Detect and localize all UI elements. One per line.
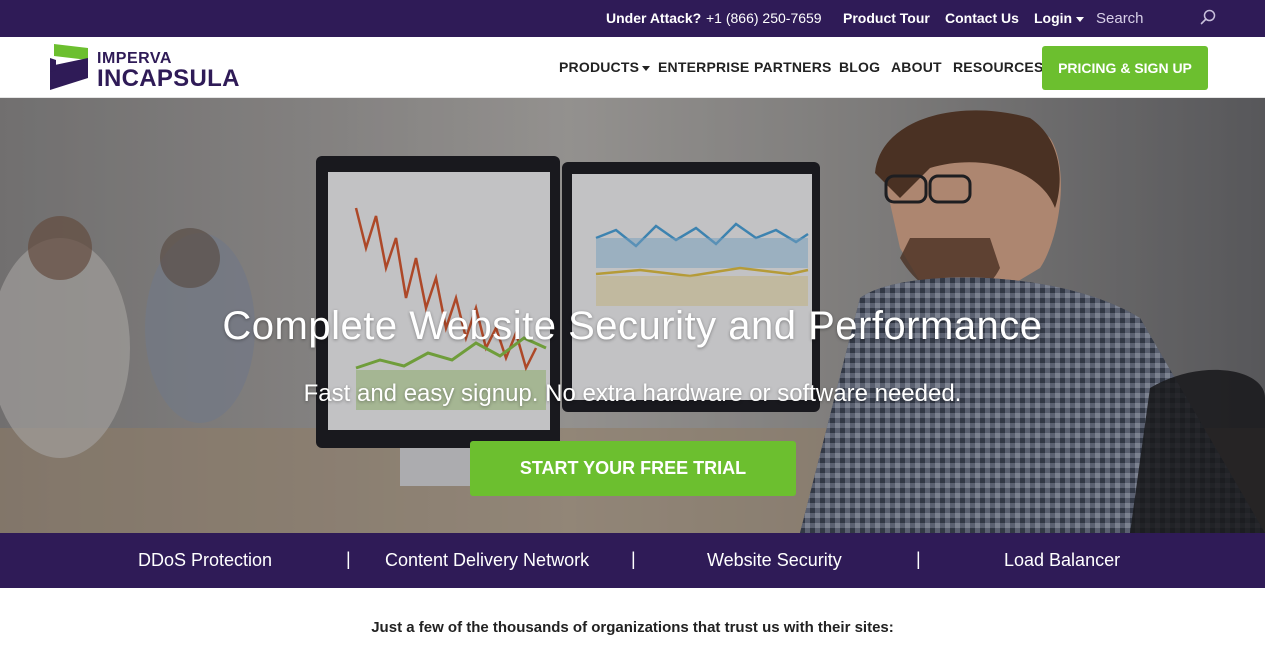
main-navigation: IMPERVA INCAPSULA PRODUCTS ENTERPRISE PA… — [0, 37, 1265, 98]
hero-subtitle: Fast and easy signup. No extra hardware … — [303, 380, 962, 407]
separator: | — [346, 549, 351, 569]
phone-number[interactable]: +1 (866) 250-7659 — [706, 10, 822, 26]
start-free-trial-button[interactable]: START YOUR FREE TRIAL — [470, 441, 796, 496]
login-label: Login — [1034, 10, 1073, 26]
nav-about[interactable]: ABOUT — [891, 59, 942, 75]
search-icon[interactable] — [1200, 9, 1216, 25]
nav-enterprise[interactable]: ENTERPRISE — [658, 59, 749, 75]
trust-heading: Just a few of the thousands of organizat… — [371, 619, 894, 636]
product-tour-link[interactable]: Product Tour — [843, 10, 930, 26]
logo-incapsula-text: INCAPSULA — [97, 65, 240, 92]
nav-resources[interactable]: RESOURCES — [953, 59, 1043, 75]
nav-partners[interactable]: PARTNERS — [754, 59, 832, 75]
product-cdn[interactable]: Content Delivery Network — [385, 550, 589, 571]
nav-blog[interactable]: BLOG — [839, 59, 880, 75]
chevron-down-icon — [1076, 16, 1085, 22]
separator: | — [916, 549, 921, 569]
logo-mark-icon — [50, 44, 88, 90]
separator: | — [631, 549, 636, 569]
top-utility-bar: Under Attack? +1 (866) 250-7659 Product … — [0, 0, 1265, 37]
hero-title: Complete Website Security and Performanc… — [222, 304, 1043, 348]
chevron-down-icon — [642, 65, 651, 71]
pricing-signup-button[interactable]: PRICING & SIGN UP — [1042, 46, 1208, 90]
product-website-security[interactable]: Website Security — [707, 550, 842, 571]
product-ddos-protection[interactable]: DDoS Protection — [138, 550, 272, 571]
nav-products-label: PRODUCTS — [559, 59, 640, 75]
contact-us-link[interactable]: Contact Us — [945, 10, 1019, 26]
product-load-balancer[interactable]: Load Balancer — [1004, 550, 1120, 571]
login-menu[interactable]: Login — [1034, 10, 1085, 26]
nav-products[interactable]: PRODUCTS — [559, 59, 651, 75]
imperva-incapsula-logo[interactable]: IMPERVA INCAPSULA — [48, 44, 248, 92]
under-attack-link[interactable]: Under Attack? — [606, 10, 701, 26]
product-strip: DDoS Protection | Content Delivery Netwo… — [0, 533, 1265, 588]
hero-section: Complete Website Security and Performanc… — [0, 98, 1265, 533]
